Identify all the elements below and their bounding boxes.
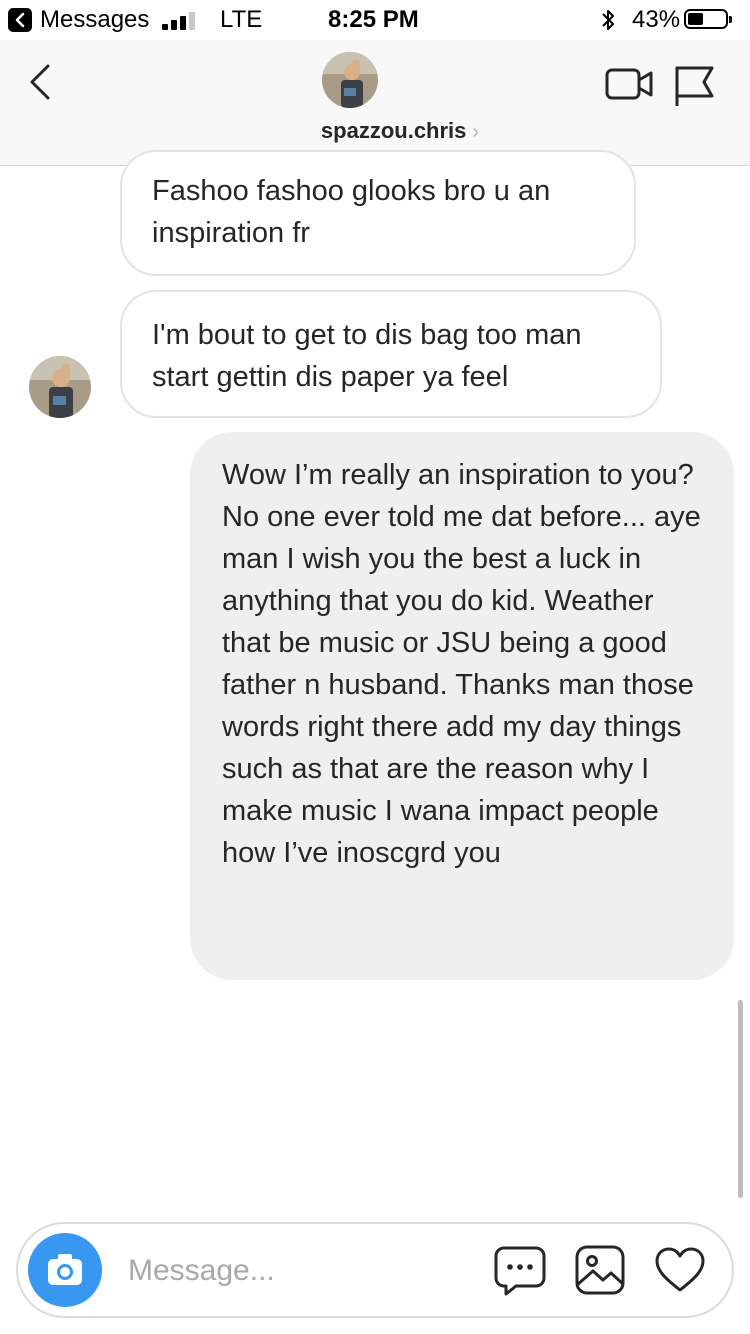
clock: 8:25 PM (328, 6, 419, 33)
avatar[interactable] (322, 52, 378, 108)
message-composer (16, 1222, 734, 1318)
network-type: LTE (220, 6, 263, 33)
back-arrow-icon (15, 12, 25, 28)
message-bubble-incoming[interactable]: I'm bout to get to dis bag too man start… (120, 290, 662, 418)
camera-icon (48, 1254, 82, 1285)
back-to-app-button[interactable] (8, 8, 32, 32)
conversation-header: spazzou.chris › (0, 40, 750, 166)
flag-icon (675, 66, 714, 106)
status-bar: Messages LTE 8:25 PM 43% (0, 0, 750, 40)
battery-percent: 43% (632, 6, 681, 33)
sender-avatar[interactable] (29, 356, 91, 418)
gallery-button[interactable] (574, 1244, 626, 1296)
battery-icon (684, 9, 732, 29)
chat-sticker-button[interactable] (494, 1244, 546, 1296)
gallery-icon (575, 1245, 625, 1295)
like-button[interactable] (654, 1244, 706, 1296)
message-bubble-outgoing[interactable]: Wow I’m really an inspiration to you? No… (190, 432, 734, 980)
message-bubble-incoming[interactable]: Fashoo fashoo glooks bro u an inspiratio… (120, 150, 636, 276)
back-app-label[interactable]: Messages (40, 6, 149, 34)
message-input[interactable] (126, 1248, 470, 1294)
heart-icon (655, 1247, 705, 1292)
bluetooth-icon (602, 10, 614, 30)
scrollbar[interactable] (738, 1000, 743, 1198)
back-chevron-icon (30, 64, 50, 100)
back-button[interactable] (24, 62, 60, 102)
report-button[interactable] (672, 64, 718, 108)
video-call-icon (605, 68, 653, 100)
video-call-button[interactable] (604, 64, 656, 104)
chat-bubble-icon (494, 1246, 546, 1296)
chevron-right-icon: › (472, 121, 480, 143)
camera-button[interactable] (28, 1233, 102, 1307)
username: spazzou.chris (320, 118, 467, 143)
signal-strength-icon (162, 10, 202, 30)
username-link[interactable]: spazzou.chris › (0, 118, 750, 144)
